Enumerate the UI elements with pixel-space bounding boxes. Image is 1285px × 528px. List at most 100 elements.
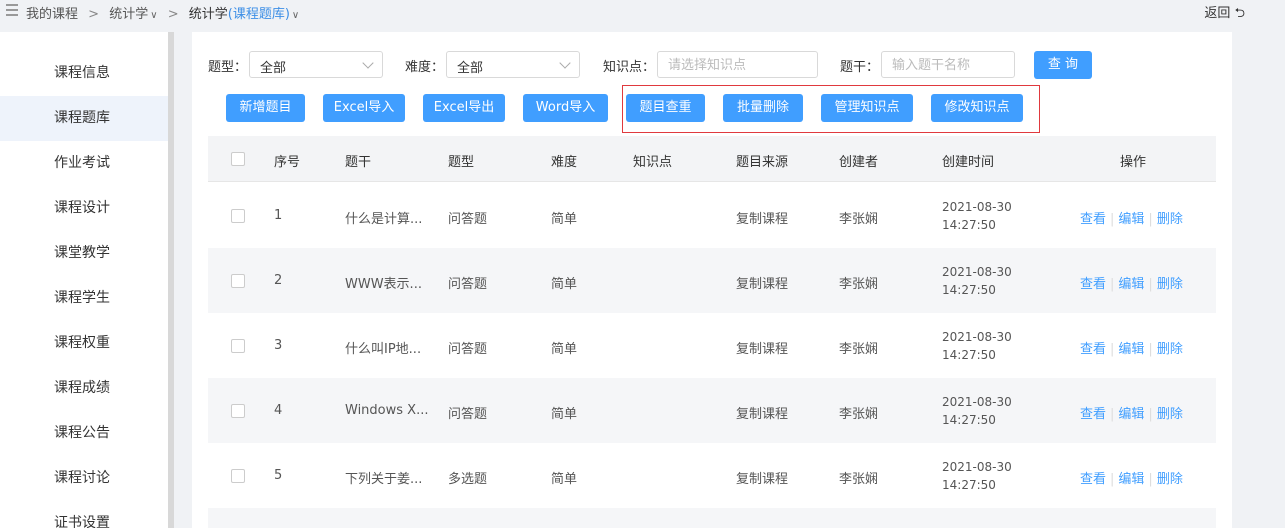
sidebar-item-announcements[interactable]: 课程公告	[0, 411, 168, 456]
delete-link[interactable]: 删除	[1157, 212, 1183, 227]
cell-source: 复制课程	[736, 277, 789, 292]
batch-delete-button[interactable]: 批量删除	[723, 94, 803, 122]
header-knowledge: 知识点	[633, 155, 673, 170]
sidebar: 课程信息 课程题库 作业考试 课程设计 课堂教学 课程学生 课程权重 课程成绩 …	[0, 32, 168, 528]
header-index: 序号	[274, 155, 301, 170]
cell-date: 2021-08-30	[942, 460, 1012, 474]
sidebar-item-classroom[interactable]: 课堂教学	[0, 231, 168, 276]
chevron-down-icon[interactable]: ∨	[292, 10, 299, 21]
view-link[interactable]: 查看	[1080, 277, 1106, 292]
row-checkbox[interactable]	[231, 209, 245, 223]
cell-creator: 李张娴	[839, 212, 879, 227]
undo-arrow-icon: ⮌	[1234, 6, 1245, 21]
edit-link[interactable]: 编辑	[1118, 407, 1144, 422]
view-link[interactable]: 查看	[1080, 472, 1106, 487]
view-link[interactable]: 查看	[1080, 342, 1106, 357]
chevron-down-icon	[362, 57, 374, 69]
breadcrumb: 我的课程 > 统计学 ∨ > 统计学(课程题库) ∨	[26, 3, 299, 22]
cell-created-at: 2021-08-30 14:27:50	[942, 328, 1012, 364]
menu-icon[interactable]	[6, 4, 18, 16]
edit-link[interactable]: 编辑	[1118, 277, 1144, 292]
op-separator: |	[1110, 407, 1115, 422]
delete-link[interactable]: 删除	[1157, 342, 1183, 357]
stem-search-input[interactable]	[881, 51, 1015, 78]
sidebar-item-grades[interactable]: 课程成绩	[0, 366, 168, 411]
breadcrumb-separator: >	[167, 7, 179, 22]
cell-index: 1	[274, 208, 283, 223]
difficulty-select[interactable]: 全部	[446, 51, 580, 78]
sidebar-item-course-design[interactable]: 课程设计	[0, 186, 168, 231]
op-separator: |	[1148, 277, 1153, 292]
breadcrumb-my-courses[interactable]: 我的课程	[26, 7, 78, 22]
difficulty-select-value: 全部	[457, 61, 484, 76]
cell-stem: 下列关于姜...	[345, 472, 423, 487]
cell-source: 复制课程	[736, 472, 789, 487]
header-source: 题目来源	[736, 155, 789, 170]
knowledge-input[interactable]	[657, 51, 818, 78]
cell-created-at: 2021-08-30 14:27:50	[942, 458, 1012, 494]
view-link[interactable]: 查看	[1080, 407, 1106, 422]
cell-difficulty: 简单	[551, 212, 578, 227]
edit-link[interactable]: 编辑	[1118, 212, 1144, 227]
op-separator: |	[1110, 472, 1115, 487]
sidebar-item-homework-exam[interactable]: 作业考试	[0, 141, 168, 186]
row-checkbox[interactable]	[231, 469, 245, 483]
breadcrumb-current[interactable]: 统计学(课程题库)	[189, 7, 290, 22]
cell-index: 3	[274, 338, 283, 353]
select-all-checkbox[interactable]	[231, 152, 245, 166]
type-filter-label: 题型：	[208, 60, 248, 75]
edit-knowledge-button[interactable]: 修改知识点	[931, 94, 1023, 122]
word-import-button[interactable]: Word导入	[523, 94, 608, 122]
cell-creator: 李张娴	[839, 277, 879, 292]
sidebar-divider[interactable]	[168, 32, 174, 528]
delete-link[interactable]: 删除	[1157, 472, 1183, 487]
cell-type: 多选题	[448, 472, 488, 487]
cell-created-at: 2021-08-30 14:27:50	[942, 393, 1012, 429]
cell-source: 复制课程	[736, 407, 789, 422]
op-separator: |	[1148, 472, 1153, 487]
sidebar-item-certificate[interactable]: 证书设置	[0, 501, 168, 528]
sidebar-item-course-info[interactable]: 课程信息	[0, 51, 168, 96]
sidebar-item-question-bank[interactable]: 课程题库	[0, 96, 168, 141]
chevron-down-icon[interactable]: ∨	[150, 10, 157, 21]
edit-link[interactable]: 编辑	[1118, 472, 1144, 487]
sidebar-item-weights[interactable]: 课程权重	[0, 321, 168, 366]
sidebar-item-discussion[interactable]: 课程讨论	[0, 456, 168, 501]
table-row	[208, 508, 1216, 528]
cell-date: 2021-08-30	[942, 395, 1012, 409]
table-row: 2 WWW表示... 问答题 简单 复制课程 李张娴 2021-08-30 14…	[208, 248, 1216, 313]
header-difficulty: 难度	[551, 155, 578, 170]
type-select[interactable]: 全部	[249, 51, 383, 78]
excel-export-button[interactable]: Excel导出	[423, 94, 505, 122]
header-stem: 题干	[345, 155, 372, 170]
add-question-button[interactable]: 新增题目	[226, 94, 305, 122]
dedupe-button[interactable]: 题目查重	[626, 94, 705, 122]
query-button[interactable]: 查 询	[1034, 51, 1092, 79]
cell-date: 2021-08-30	[942, 330, 1012, 344]
cell-difficulty: 简单	[551, 407, 578, 422]
back-button[interactable]: 返回 ⮌	[1204, 2, 1245, 26]
sidebar-item-students[interactable]: 课程学生	[0, 276, 168, 321]
breadcrumb-separator: >	[88, 7, 100, 22]
delete-link[interactable]: 删除	[1157, 277, 1183, 292]
row-checkbox[interactable]	[231, 274, 245, 288]
cell-time: 14:27:50	[942, 348, 996, 362]
manage-knowledge-button[interactable]: 管理知识点	[821, 94, 913, 122]
view-link[interactable]: 查看	[1080, 212, 1106, 227]
op-separator: |	[1148, 342, 1153, 357]
edit-link[interactable]: 编辑	[1118, 342, 1144, 357]
row-checkbox[interactable]	[231, 339, 245, 353]
excel-import-button[interactable]: Excel导入	[323, 94, 405, 122]
top-bar: 我的课程 > 统计学 ∨ > 统计学(课程题库) ∨ 返回 ⮌	[0, 0, 1285, 24]
op-separator: |	[1110, 342, 1115, 357]
cell-stem: 什么是计算...	[345, 212, 423, 227]
delete-link[interactable]: 删除	[1157, 407, 1183, 422]
cell-type: 问答题	[448, 407, 488, 422]
cell-creator: 李张娴	[839, 472, 879, 487]
cell-date: 2021-08-30	[942, 200, 1012, 214]
back-label: 返回	[1204, 6, 1231, 21]
row-checkbox[interactable]	[231, 404, 245, 418]
breadcrumb-course[interactable]: 统计学	[109, 7, 148, 22]
cell-type: 问答题	[448, 277, 488, 292]
cell-stem: WWW表示...	[345, 277, 422, 292]
